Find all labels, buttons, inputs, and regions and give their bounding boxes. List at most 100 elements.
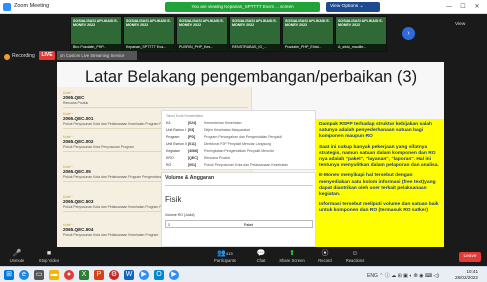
- live-badge[interactable]: LIVE: [39, 51, 55, 60]
- participant-thumbnail[interactable]: SOSIALISASI APLIKASI E-MONEV 2022 PUSRIN…: [176, 16, 228, 52]
- slide-title: Latar Belakang pengembangan/perbaikan (3…: [85, 68, 418, 86]
- callout-paragraph: Dampak RSPP terhadap struktur kebijakan …: [319, 122, 432, 140]
- budget-title: Volume & Anggaran: [165, 175, 214, 181]
- volume-label: Volume RO (Judul): [165, 213, 195, 217]
- stop-video-button[interactable]: ■ Stop Video: [34, 249, 64, 265]
- divider: [63, 107, 248, 108]
- thumbnail-caption: SOSIALISASI APLIKASI E-MONEV 2022: [73, 19, 118, 28]
- close-button[interactable]: ✕: [471, 2, 483, 12]
- form-item: Kode * 2065.QEC Rencana Produk: [63, 91, 248, 108]
- video-camera-icon: ■: [46, 250, 52, 257]
- table-cell: Unit Eselon I: [166, 128, 186, 132]
- excel-icon[interactable]: X: [79, 270, 89, 280]
- participant-name: Pusdatin_PHP_Etrial...: [283, 44, 333, 51]
- record-icon: ⦿: [321, 250, 329, 257]
- table-cell: [03]: [188, 128, 195, 132]
- recording-label[interactable]: Recording: [12, 53, 35, 59]
- table-header: Tahun Kode Nomenklatur: [166, 114, 204, 118]
- edge-browser-icon[interactable]: e: [19, 270, 29, 280]
- task-view-icon[interactable]: ▭: [34, 270, 44, 280]
- thumbnail-caption: SOSIALISASI APLIKASI E-MONEV 2022: [338, 19, 383, 28]
- record-button[interactable]: ⦿ Record: [313, 249, 337, 265]
- table-row: KRO [QEC] Rencana Produk: [166, 156, 312, 163]
- table-cell: K/L: [166, 121, 172, 125]
- word-icon[interactable]: W: [124, 270, 134, 280]
- table-row: K/L [024] Kementerian Kesehatan: [166, 121, 312, 128]
- participant-thumbnail[interactable]: SOSIALISASI APLIKASI E-MONEV 2022 Kepana…: [123, 16, 175, 52]
- participant-thumbnail[interactable]: SOSIALISASI APLIKASI E-MONEV 2022 RENSTR…: [229, 16, 281, 52]
- table-cell: Unit Eselon II: [166, 142, 187, 146]
- participants-label: Participants: [214, 258, 236, 263]
- microphone-muted-icon: 🎤: [12, 250, 22, 257]
- reactions-button[interactable]: ☺ Reactions: [341, 249, 369, 265]
- shared-slide: Latar Belakang pengembangan/perbaikan (3…: [57, 62, 444, 247]
- zoom-icon[interactable]: ▶: [139, 270, 149, 280]
- system-tray[interactable]: ENG ⌃ ⓘ ☁ ⊞ ▣ ◐ ⦾ ◉ ⌨ ◁): [367, 272, 439, 279]
- meeting-toolbar: 🎤 Unmute ■ Stop Video 👥415 Participants …: [0, 248, 487, 266]
- share-screen-label: Share Screen: [279, 258, 305, 263]
- thumbnail-caption: SOSIALISASI APLIKASI E-MONEV 2022: [126, 19, 171, 28]
- participant-name: RENSTRABAS_IG_...: [230, 44, 280, 51]
- table-cell: Direktorat P2P Penyakit Menular Langsung: [204, 142, 272, 146]
- reactions-icon: ☺: [351, 250, 359, 257]
- participant-name: PUSRIN_PHP_Kes...: [177, 44, 227, 51]
- participants-button[interactable]: 👥415 Participants: [206, 249, 244, 265]
- table-cell: Peningkatan Pengendalian Penyakit Menula…: [204, 149, 274, 153]
- view-toggle[interactable]: View: [455, 22, 465, 27]
- table-cell: Program Pencegahan dan Pengendalian Peny…: [204, 135, 282, 139]
- chrome-icon[interactable]: ●: [64, 270, 74, 280]
- minimize-button[interactable]: —: [443, 2, 455, 12]
- file-explorer-icon[interactable]: ▬: [49, 270, 59, 280]
- video-thumbnail-strip: SOSIALISASI APLIKASI E-MONEV 2022 Biro P…: [70, 16, 390, 52]
- participant-thumbnail[interactable]: SOSIALISASI APLIKASI E-MONEV 2022 Pusdat…: [282, 16, 334, 52]
- volume-unit: Paket: [244, 222, 253, 227]
- table-row: Kegiatan [4066] Peningkatan Pengendalian…: [166, 149, 312, 156]
- thumbnail-caption: SOSIALISASI APLIKASI E-MONEV 2022: [179, 19, 224, 28]
- participant-name: Kepanan_SPTTTT Eva...: [124, 44, 174, 51]
- form-desc: Rencana Produk: [63, 101, 89, 105]
- participant-name: Biro Pusdatin_PHP...: [71, 44, 121, 51]
- unmute-button[interactable]: 🎤 Unmute: [4, 249, 30, 265]
- table-row: Program [PD] Program Pencegahan dan Peng…: [166, 135, 312, 142]
- budget-screenshot: Volume & Anggaran Fisik Volume RO (Judul…: [161, 172, 316, 247]
- zoom-active-icon[interactable]: ▶: [169, 270, 179, 280]
- chat-icon: 💬: [256, 250, 266, 257]
- record-label: Record: [318, 258, 332, 263]
- detail-table-screenshot: Tahun Kode Nomenklatur K/L [024] Kemente…: [161, 110, 316, 170]
- outlook-icon[interactable]: O: [154, 270, 164, 280]
- callout-box: Dampak RSPP terhadap struktur kebijakan …: [316, 119, 444, 247]
- participant-thumbnail[interactable]: SOSIALISASI APLIKASI E-MONEV 2022 Biro P…: [70, 16, 122, 52]
- table-cell: Ditjen Kesehatan Masyarakat: [204, 128, 250, 132]
- table-row: Unit Eselon I [03] Ditjen Kesehatan Masy…: [166, 128, 312, 135]
- table-row: RO [001] Pokok Penyusunan Kota dan Pelak…: [166, 163, 312, 170]
- windows-start-icon[interactable]: ⊞: [4, 270, 14, 280]
- table-cell: [001]: [188, 163, 197, 167]
- next-page-arrow-icon[interactable]: ›: [402, 27, 415, 40]
- divider: [165, 185, 313, 186]
- settings-icon[interactable]: ⚙: [109, 270, 119, 280]
- zoom-app-icon: [3, 3, 11, 11]
- recording-icon: [4, 54, 10, 60]
- table-cell: [024]: [188, 121, 197, 125]
- maximize-button[interactable]: ☐: [457, 2, 469, 12]
- clock-date[interactable]: 28/02/2022: [444, 275, 478, 280]
- participant-name: A_sistu_maulite...: [336, 44, 386, 51]
- table-cell: RO: [166, 163, 172, 167]
- leave-button[interactable]: Leave: [459, 252, 481, 262]
- clock-time[interactable]: 10:41: [448, 269, 479, 274]
- reactions-label: Reactions: [345, 258, 365, 263]
- chat-label: Chat: [256, 258, 266, 263]
- powerpoint-icon[interactable]: P: [94, 270, 104, 280]
- callout-paragraph: Saat ini cukup banyak pekerjaan yang sif…: [319, 144, 439, 169]
- view-options-button[interactable]: View Options ⌄: [326, 2, 380, 12]
- share-screen-button[interactable]: ⬆ Share Screen: [276, 249, 308, 265]
- callout-paragraph: Informasi tersebut meliputi volume dan s…: [319, 202, 439, 214]
- thumbnail-caption: SOSIALISASI APLIKASI E-MONEV 2022: [285, 19, 330, 28]
- screen-share-banner: You are viewing Kepanan_SPTTTT Eva's ...…: [165, 2, 320, 12]
- participant-thumbnail[interactable]: SOSIALISASI APLIKASI E-MONEV 2022 A_sist…: [335, 16, 387, 52]
- volume-value: 1: [168, 222, 170, 227]
- chat-button[interactable]: 💬 Chat: [250, 249, 272, 265]
- live-stream-status[interactable]: on Custom Live Streaming Service: [57, 51, 137, 60]
- participants-icon: 👥415: [217, 250, 233, 257]
- table-cell: Pokok Penyusunan Kota dan Pelaksanaan Ke…: [204, 163, 289, 167]
